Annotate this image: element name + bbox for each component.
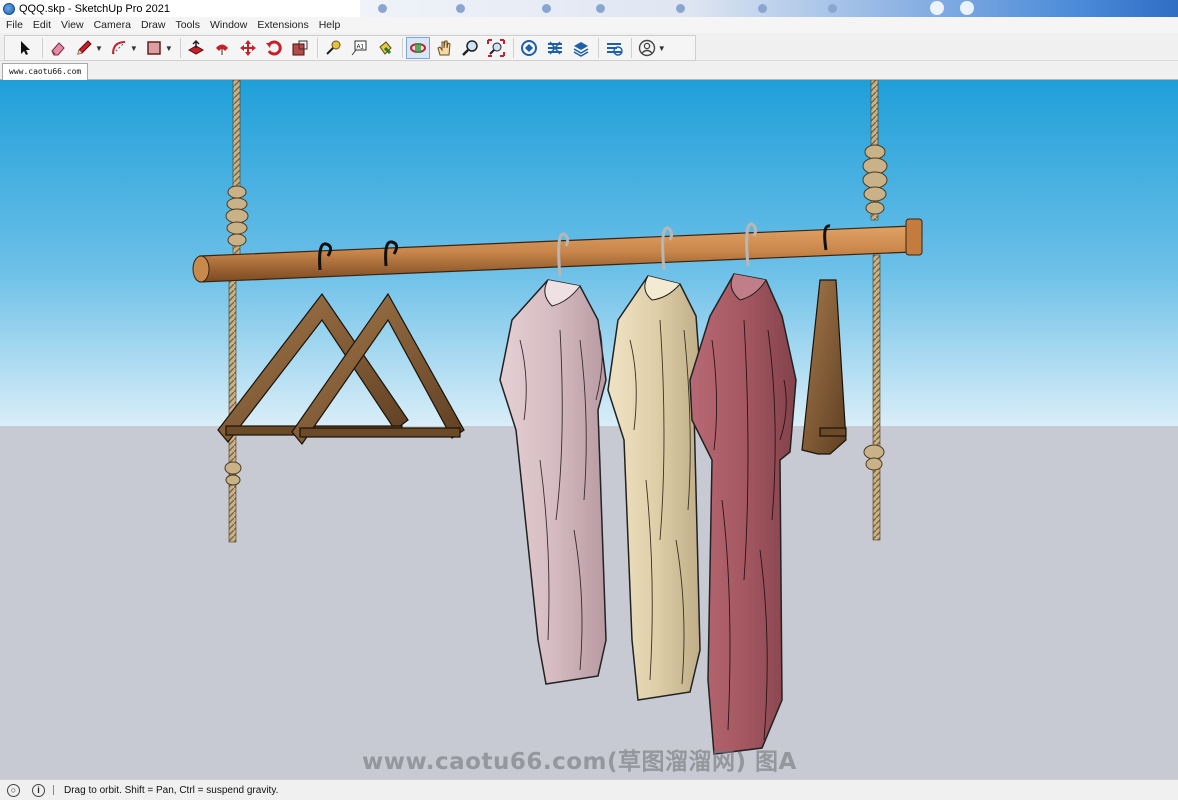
extension-warehouse-icon [547, 41, 562, 55]
tape-measure-icon [326, 40, 341, 55]
3d-warehouse-button[interactable] [517, 37, 541, 59]
arc-icon [111, 41, 126, 55]
menu-help[interactable]: Help [319, 19, 341, 31]
status-separator [53, 785, 54, 795]
offset-tool-button[interactable] [210, 37, 234, 59]
menu-window[interactable]: Window [210, 19, 247, 31]
3d-viewport[interactable]: www.caotu66.com(草图溜溜网) 图A [0, 80, 1178, 779]
menu-edit[interactable]: Edit [33, 19, 51, 31]
zoom-magnifier-icon [461, 40, 478, 56]
paint-bucket-tool-button[interactable] [373, 37, 397, 59]
push-pull-icon [187, 39, 204, 55]
menu-extensions[interactable]: Extensions [257, 19, 308, 31]
geo-location-icon[interactable]: ○ [7, 783, 20, 797]
zoom-tool-button[interactable] [458, 37, 482, 59]
arc-tool-button[interactable] [107, 37, 131, 59]
scale-tool-button[interactable] [288, 37, 312, 59]
scene-tab-strip: www.caotu66.com [0, 61, 1178, 80]
extension-manager-icon [606, 43, 623, 56]
layout-icon [573, 42, 589, 57]
arrow-cursor-icon [21, 41, 30, 55]
line-dropdown-icon[interactable]: ▼ [95, 44, 103, 53]
status-bar: ○ i Drag to orbit. Shift = Pan, Ctrl = s… [0, 779, 1178, 800]
eraser-icon [51, 42, 65, 56]
title-bar: QQQ.skp - SketchUp Pro 2021 [0, 0, 1178, 17]
account-dropdown-icon[interactable]: ▼ [658, 44, 666, 53]
paint-bucket-icon [379, 41, 392, 55]
move-tool-button[interactable] [236, 37, 260, 59]
rectangle-icon [147, 41, 161, 55]
account-button[interactable] [635, 37, 659, 59]
zoom-extents-icon [486, 39, 505, 57]
eraser-tool-button[interactable] [46, 37, 70, 59]
extension-manager-button[interactable] [602, 37, 626, 59]
pan-tool-button[interactable] [432, 37, 456, 59]
orbit-tool-button[interactable] [405, 37, 430, 59]
orbit-icon [409, 43, 426, 53]
move-icon [239, 40, 256, 56]
rotate-tool-button[interactable] [262, 37, 286, 59]
rectangle-dropdown-icon[interactable]: ▼ [165, 44, 173, 53]
line-tool-button[interactable] [72, 37, 96, 59]
menu-camera[interactable]: Camera [94, 19, 131, 31]
layout-button[interactable] [569, 37, 593, 59]
warehouse-icon [520, 40, 537, 56]
sketchup-window: QQQ.skp - SketchUp Pro 2021 File Edit Vi… [0, 0, 1178, 800]
viewport-watermark: www.caotu66.com(草图溜溜网) 图A [362, 749, 797, 775]
text-tool-button[interactable]: A1 [347, 37, 371, 59]
sketchup-app-icon [3, 2, 15, 15]
offset-icon [215, 44, 228, 55]
extension-warehouse-button[interactable] [543, 37, 567, 59]
menu-bar: File Edit View Camera Draw Tools Window … [0, 17, 1178, 33]
svg-text:A1: A1 [356, 45, 364, 51]
user-account-icon [638, 39, 655, 57]
toolbar: ▼ ▼ ▼ A1 ▼ [0, 33, 1178, 61]
pencil-icon [77, 40, 92, 55]
zoom-extents-tool-button[interactable] [484, 37, 508, 59]
menu-view[interactable]: View [61, 19, 84, 31]
menu-file[interactable]: File [6, 19, 23, 31]
tape-measure-tool-button[interactable] [321, 37, 345, 59]
text-icon: A1 [351, 40, 367, 56]
scale-icon [292, 40, 308, 56]
push-pull-tool-button[interactable] [184, 37, 208, 59]
scene-tab[interactable]: www.caotu66.com [2, 63, 89, 80]
arc-dropdown-icon[interactable]: ▼ [130, 44, 138, 53]
menu-tools[interactable]: Tools [175, 19, 200, 31]
rotate-icon [265, 40, 282, 56]
getting-started-toolbar: ▼ ▼ ▼ A1 ▼ [4, 35, 696, 61]
rectangle-tool-button[interactable] [142, 37, 166, 59]
select-tool-button[interactable] [13, 37, 37, 59]
info-icon[interactable]: i [32, 783, 45, 797]
model-scene[interactable] [0, 80, 1178, 779]
pan-hand-icon [437, 40, 451, 56]
background-taskbar [360, 0, 1178, 17]
window-title: QQQ.skp - SketchUp Pro 2021 [19, 2, 171, 15]
status-message: Drag to orbit. Shift = Pan, Ctrl = suspe… [64, 784, 279, 796]
menu-draw[interactable]: Draw [141, 19, 166, 31]
